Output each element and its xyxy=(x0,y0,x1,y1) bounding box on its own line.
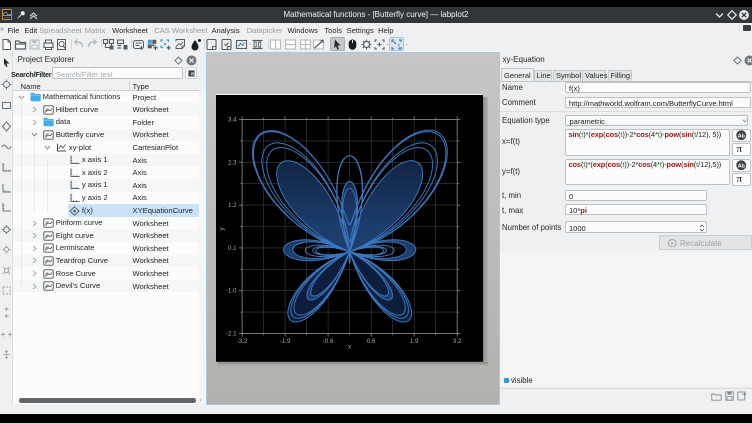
svg-text:0.6: 0.6 xyxy=(367,338,376,345)
svg-text:-1.0: -1.0 xyxy=(226,288,237,295)
svg-text:Ab: Ab xyxy=(738,163,746,169)
svg-text:-0.6: -0.6 xyxy=(323,338,334,345)
svg-text:-2.1: -2.1 xyxy=(226,330,237,337)
svg-text:-3.2: -3.2 xyxy=(237,338,248,345)
svg-text:3.4: 3.4 xyxy=(228,116,237,123)
svg-text:3.2: 3.2 xyxy=(453,338,462,345)
svg-text:2.3: 2.3 xyxy=(228,159,237,166)
svg-text:1.9: 1.9 xyxy=(410,338,419,345)
svg-text:0.1: 0.1 xyxy=(228,245,237,252)
svg-text:1: 1 xyxy=(397,44,401,51)
svg-text:1.2: 1.2 xyxy=(228,202,237,209)
svg-text:Ab: Ab xyxy=(738,133,746,139)
svg-text:-1.9: -1.9 xyxy=(280,338,291,345)
